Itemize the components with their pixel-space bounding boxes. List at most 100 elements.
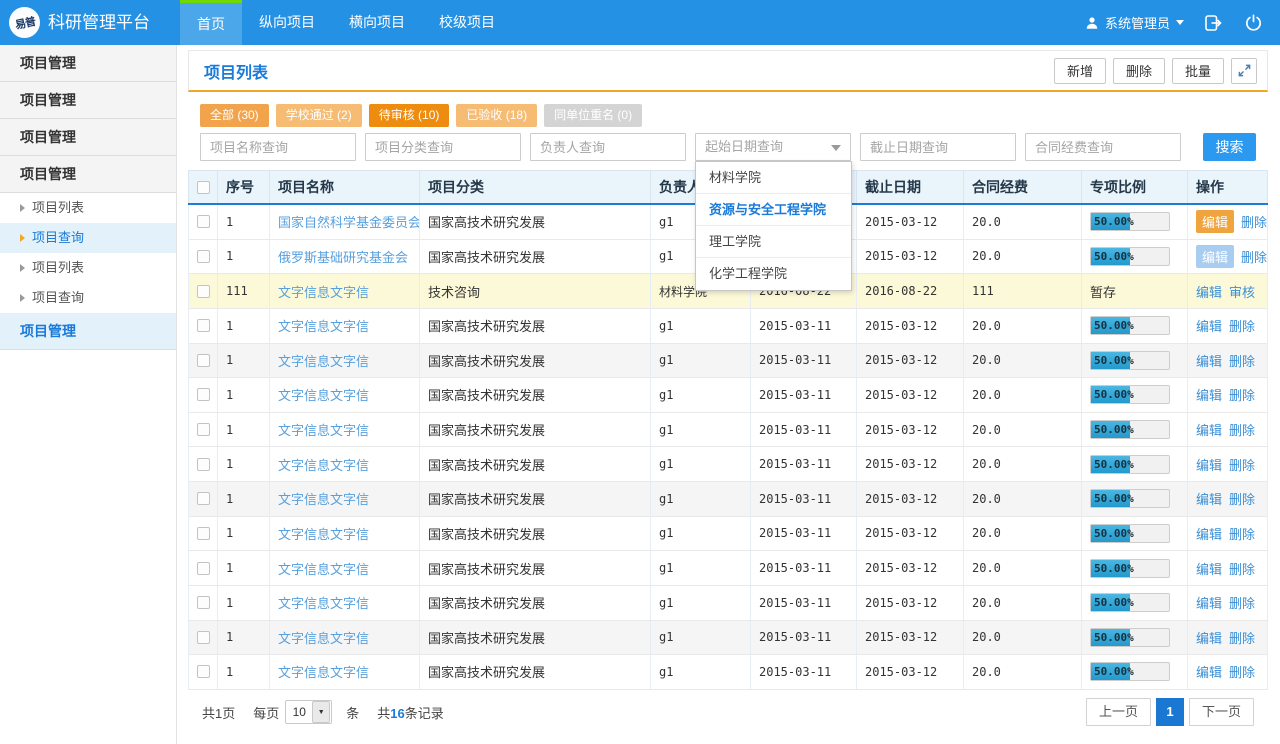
edit-link[interactable]: 编辑 bbox=[1196, 420, 1222, 439]
row-checkbox[interactable] bbox=[197, 319, 210, 332]
nav-tab-3[interactable]: 横向项目 bbox=[332, 0, 422, 45]
edit-link[interactable]: 编辑 bbox=[1196, 559, 1222, 578]
power-icon[interactable] bbox=[1242, 12, 1264, 34]
edit-link[interactable]: 编辑 bbox=[1196, 489, 1222, 508]
nav-tab-1[interactable]: 首页 bbox=[180, 0, 242, 45]
sidebar-item-2[interactable]: 项目管理 bbox=[0, 82, 176, 119]
sidebar-item-4[interactable]: 项目管理 bbox=[0, 156, 176, 193]
project-name-link[interactable]: 俄罗斯基础研究基金会 bbox=[278, 247, 408, 266]
sidebar: 项目管理项目管理项目管理项目管理项目列表项目查询项目列表项目查询项目管理 bbox=[0, 45, 177, 744]
row-checkbox[interactable] bbox=[197, 596, 210, 609]
table-row: 1文字信息文字信国家高技术研究发展g12015-03-112015-03-122… bbox=[188, 655, 1268, 690]
add-button[interactable]: 新增 bbox=[1054, 58, 1106, 84]
project-name-link[interactable]: 文字信息文字信 bbox=[278, 316, 369, 335]
delete-link[interactable]: 删除 bbox=[1229, 351, 1255, 370]
filter-chip-2[interactable]: 学校通过 (2) bbox=[276, 104, 362, 127]
row-checkbox[interactable] bbox=[197, 562, 210, 575]
project-name-link[interactable]: 文字信息文字信 bbox=[278, 489, 369, 508]
current-page-button[interactable]: 1 bbox=[1156, 698, 1184, 726]
delete-link[interactable]: 删除 bbox=[1229, 420, 1255, 439]
delete-link[interactable]: 删除 bbox=[1229, 455, 1255, 474]
delete-button[interactable]: 删除 bbox=[1113, 58, 1165, 84]
row-checkbox[interactable] bbox=[197, 250, 210, 263]
delete-link[interactable]: 删除 bbox=[1229, 385, 1255, 404]
sidebar-subitem-7[interactable]: 项目列表 bbox=[0, 253, 176, 283]
row-checkbox[interactable] bbox=[197, 665, 210, 678]
select-all-checkbox[interactable] bbox=[197, 181, 210, 194]
edit-link[interactable]: 编辑 bbox=[1196, 524, 1222, 543]
row-checkbox[interactable] bbox=[197, 527, 210, 540]
project-name-link[interactable]: 文字信息文字信 bbox=[278, 559, 369, 578]
delete-link[interactable]: 删除 bbox=[1229, 524, 1255, 543]
search-input-3[interactable] bbox=[530, 133, 686, 161]
review-link[interactable]: 审核 bbox=[1229, 282, 1255, 301]
delete-link[interactable]: 删除 bbox=[1241, 247, 1267, 266]
project-name-link[interactable]: 文字信息文字信 bbox=[278, 593, 369, 612]
search-input-1[interactable] bbox=[200, 133, 356, 161]
edit-link[interactable]: 编辑 bbox=[1196, 628, 1222, 647]
project-name-link[interactable]: 文字信息文字信 bbox=[278, 385, 369, 404]
sidebar-item-3[interactable]: 项目管理 bbox=[0, 119, 176, 156]
switch-system-icon[interactable] bbox=[1202, 12, 1224, 34]
sidebar-subitem-5[interactable]: 项目列表 bbox=[0, 193, 176, 223]
delete-link[interactable]: 删除 bbox=[1229, 593, 1255, 612]
delete-link[interactable]: 删除 bbox=[1229, 559, 1255, 578]
edit-link[interactable]: 编辑 bbox=[1196, 282, 1222, 301]
row-checkbox[interactable] bbox=[197, 423, 210, 436]
row-checkbox[interactable] bbox=[197, 492, 210, 505]
sidebar-subitem-8[interactable]: 项目查询 bbox=[0, 283, 176, 313]
delete-link[interactable]: 删除 bbox=[1229, 662, 1255, 681]
filter-chip-5[interactable]: 同单位重名 (0) bbox=[544, 104, 642, 127]
edit-button[interactable]: 编辑 bbox=[1196, 210, 1234, 233]
filter-chip-3[interactable]: 待审核 (10) bbox=[369, 104, 450, 127]
project-name-link[interactable]: 文字信息文字信 bbox=[278, 282, 369, 301]
filter-chip-1[interactable]: 全部 (30) bbox=[200, 104, 269, 127]
delete-link[interactable]: 删除 bbox=[1241, 212, 1267, 231]
category-value: 国家高技术研究发展 bbox=[428, 351, 545, 370]
batch-button[interactable]: 批量 bbox=[1172, 58, 1224, 84]
edit-button[interactable]: 编辑 bbox=[1196, 245, 1234, 268]
edit-link[interactable]: 编辑 bbox=[1196, 316, 1222, 335]
sidebar-item-9[interactable]: 项目管理 bbox=[0, 313, 176, 350]
dropdown-option-2[interactable]: 资源与安全工程学院 bbox=[696, 194, 851, 226]
nav-tab-4[interactable]: 校级项目 bbox=[422, 0, 512, 45]
edit-link[interactable]: 编辑 bbox=[1196, 455, 1222, 474]
nav-tab-2[interactable]: 纵向项目 bbox=[242, 0, 332, 45]
row-checkbox[interactable] bbox=[197, 631, 210, 644]
delete-link[interactable]: 删除 bbox=[1229, 316, 1255, 335]
row-checkbox[interactable] bbox=[197, 285, 210, 298]
search-input-2[interactable] bbox=[365, 133, 521, 161]
project-name-link[interactable]: 文字信息文字信 bbox=[278, 420, 369, 439]
project-name-link[interactable]: 文字信息文字信 bbox=[278, 628, 369, 647]
filter-chip-4[interactable]: 已验收 (18) bbox=[456, 104, 537, 127]
prev-page-button[interactable]: 上一页 bbox=[1086, 698, 1151, 726]
expand-icon[interactable] bbox=[1231, 58, 1257, 84]
project-name-link[interactable]: 国家自然科学基金委员会 bbox=[278, 212, 420, 231]
delete-link[interactable]: 删除 bbox=[1229, 628, 1255, 647]
edit-link[interactable]: 编辑 bbox=[1196, 662, 1222, 681]
edit-link[interactable]: 编辑 bbox=[1196, 351, 1222, 370]
next-page-button[interactable]: 下一页 bbox=[1189, 698, 1254, 726]
edit-link[interactable]: 编辑 bbox=[1196, 385, 1222, 404]
page-size-select[interactable]: 10 ▼ bbox=[285, 700, 332, 724]
project-name-link[interactable]: 文字信息文字信 bbox=[278, 524, 369, 543]
edit-link[interactable]: 编辑 bbox=[1196, 593, 1222, 612]
row-checkbox[interactable] bbox=[197, 388, 210, 401]
row-checkbox[interactable] bbox=[197, 215, 210, 228]
dropdown-option-3[interactable]: 理工学院 bbox=[696, 226, 851, 258]
row-checkbox[interactable] bbox=[197, 458, 210, 471]
delete-link[interactable]: 删除 bbox=[1229, 489, 1255, 508]
search-button[interactable]: 搜索 bbox=[1203, 133, 1256, 161]
row-checkbox[interactable] bbox=[197, 354, 210, 367]
project-name-link[interactable]: 文字信息文字信 bbox=[278, 351, 369, 370]
project-name-link[interactable]: 文字信息文字信 bbox=[278, 662, 369, 681]
start-date-select[interactable]: 起始日期查询 bbox=[695, 133, 851, 161]
user-menu[interactable]: 系统管理员 bbox=[1085, 13, 1184, 32]
search-input-5[interactable] bbox=[860, 133, 1016, 161]
sidebar-item-1[interactable]: 项目管理 bbox=[0, 45, 176, 82]
dropdown-option-1[interactable]: 材料学院 bbox=[696, 162, 851, 194]
sidebar-subitem-6[interactable]: 项目查询 bbox=[0, 223, 176, 253]
dropdown-option-4[interactable]: 化学工程学院 bbox=[696, 258, 851, 290]
search-input-6[interactable] bbox=[1025, 133, 1181, 161]
project-name-link[interactable]: 文字信息文字信 bbox=[278, 455, 369, 474]
